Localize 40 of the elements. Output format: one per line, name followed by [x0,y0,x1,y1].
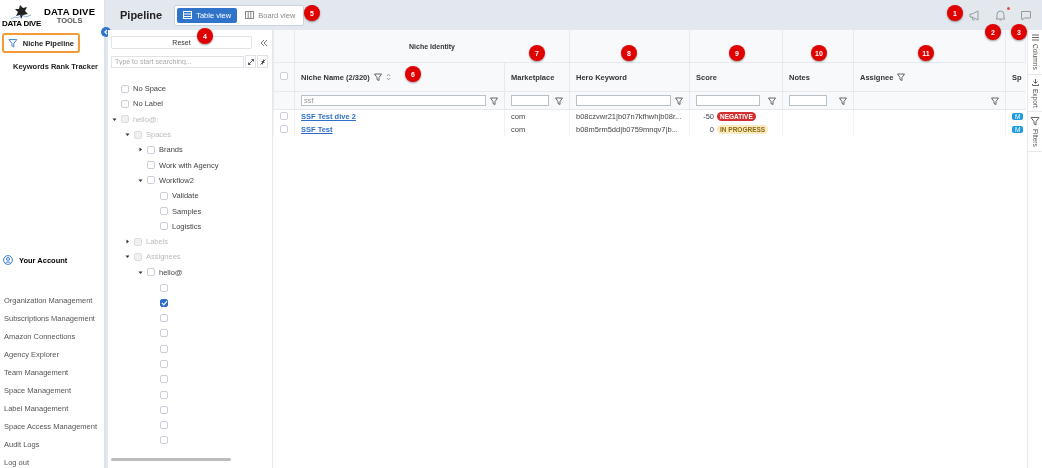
columns-icon [1031,34,1039,41]
funnel-icon [1030,116,1040,127]
filter-icon [675,96,683,105]
download-icon [1031,78,1039,86]
filter-field[interactable] [511,95,549,106]
funnel-icon [8,38,18,48]
user-icon [3,255,13,265]
caret-down-icon [138,177,143,183]
bell-icon [995,9,1006,21]
filter-icon [839,96,847,105]
caret-down-icon [125,132,130,138]
caret-right-icon [125,239,130,245]
row-checkbox[interactable] [280,111,288,120]
filter-field[interactable] [576,95,671,106]
caret-down-icon [138,269,143,275]
collapse-all-button[interactable] [257,55,268,68]
select-all-checkbox[interactable] [280,72,288,80]
caret-right-icon [138,147,143,153]
filter-icon [555,96,563,105]
row-checkbox[interactable] [280,124,288,133]
filter-icon [768,96,776,105]
page-title: Pipeline [120,9,163,21]
expand-button[interactable] [245,55,256,68]
chat-icon [1020,9,1032,21]
double-chevron-left-icon [260,38,268,47]
filter-icon [991,96,999,105]
scrollbar[interactable] [111,458,231,461]
caret-down-icon [125,254,130,260]
board-icon [245,11,255,19]
filter-field[interactable] [789,95,827,106]
caret-down-icon [112,116,117,122]
table-icon [183,11,193,19]
expand-arrows-icon [247,58,254,65]
logo-title: DATA DIVE [43,7,96,17]
check-icon [161,299,168,306]
collapse-arrows-icon [259,58,266,65]
filter-field[interactable] [696,95,760,106]
logo-caption: DATA DIVE [2,20,41,28]
megaphone-icon [969,9,981,21]
filter-icon [490,96,498,105]
